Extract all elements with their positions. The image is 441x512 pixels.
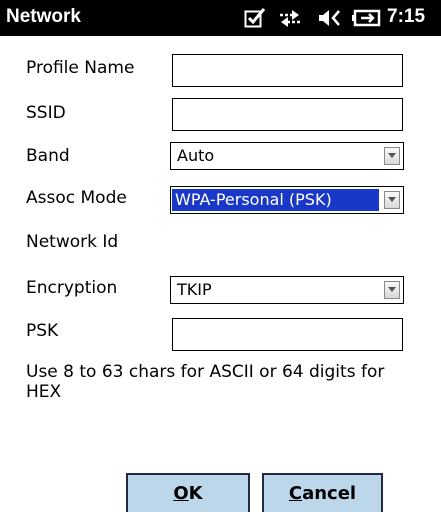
sync-arrows-icon[interactable] [278,8,302,28]
encryption-label: Encryption [26,278,118,298]
profile-name-label: Profile Name [26,58,135,78]
assoc-mode-select[interactable]: WPA-Personal (PSK) [170,186,404,214]
encryption-select[interactable]: TKIP [170,276,404,304]
ok-checkbox-icon[interactable] [244,8,266,28]
assoc-mode-label: Assoc Mode [26,188,127,208]
cancel-label-rest: ancel [302,483,357,504]
ssid-input[interactable] [172,98,403,131]
network-dialog: Network 7:15 Profile Name SSID Band Auto… [0,0,441,512]
psk-label: PSK [26,321,59,341]
profile-name-input[interactable] [172,54,403,87]
ok-label-rest: K [188,483,203,504]
clock-time: 7:15 [387,6,426,27]
battery-icon[interactable] [352,8,382,28]
cancel-button[interactable]: Cancel [262,473,383,512]
band-label: Band [26,146,70,166]
band-value: Auto [177,146,215,165]
encryption-value: TKIP [177,280,212,299]
chevron-down-icon[interactable] [384,281,400,299]
ok-button[interactable]: OK [126,473,250,512]
window-title: Network [6,6,81,27]
psk-input[interactable] [172,318,403,351]
ok-mnemonic: O [173,483,189,504]
network-id-label: Network Id [26,232,119,252]
speaker-icon[interactable] [316,8,342,28]
assoc-mode-value: WPA-Personal (PSK) [172,189,379,211]
psk-help-text: Use 8 to 63 chars for ASCII or 64 digits… [26,362,385,402]
chevron-down-icon[interactable] [384,147,400,165]
band-select[interactable]: Auto [170,142,404,170]
cancel-mnemonic: C [288,483,303,504]
chevron-down-icon[interactable] [384,191,400,209]
title-bar: Network 7:15 [0,0,441,36]
ssid-label: SSID [26,103,66,123]
